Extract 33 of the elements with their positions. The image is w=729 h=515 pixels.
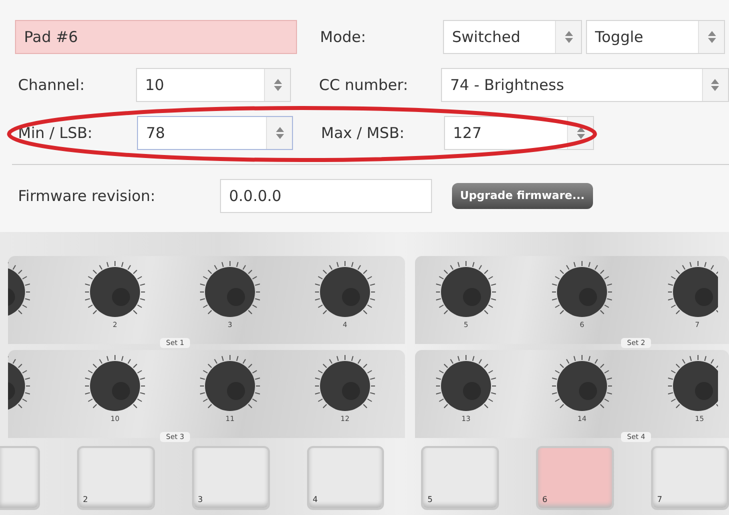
firmware-revision-field[interactable]: 0.0.0.0 xyxy=(220,179,432,213)
drum-pad[interactable]: 4 xyxy=(306,446,384,510)
drum-pad[interactable]: 2 xyxy=(76,446,155,510)
up-down-arrows-icon xyxy=(276,127,284,139)
pad-number: 6 xyxy=(542,494,548,506)
mode-select[interactable]: Toggle xyxy=(586,20,725,54)
up-down-arrows-icon xyxy=(564,31,572,43)
drum-pad[interactable] xyxy=(0,446,40,510)
field-label: CC number: xyxy=(319,74,410,96)
min-lsb-spinner[interactable]: 78 xyxy=(137,116,293,150)
drum-pad[interactable]: 3 xyxy=(192,446,270,510)
field-label: Channel: xyxy=(18,74,86,96)
field-label: Mode: xyxy=(320,26,367,48)
drum-pad[interactable]: 7 xyxy=(651,446,729,510)
field-label: Firmware revision: xyxy=(18,186,156,207)
mode-select[interactable]: Switched xyxy=(443,20,582,54)
up-down-arrows-icon xyxy=(711,79,720,91)
pad-name-field[interactable]: Pad #6 xyxy=(15,20,297,54)
pad-number: 5 xyxy=(427,494,433,506)
cc-number-select[interactable]: 74 - Brightness xyxy=(441,68,729,102)
field-label: Min / LSB: xyxy=(18,122,94,144)
up-down-arrows-icon xyxy=(576,127,584,139)
pad-number: 7 xyxy=(657,494,662,506)
up-down-arrows-icon xyxy=(708,31,716,43)
upgrade-firmware-button[interactable]: Upgrade firmware... xyxy=(452,182,593,210)
drum-pad[interactable]: 6 xyxy=(536,446,614,510)
drum-pad[interactable]: 5 xyxy=(421,446,500,510)
pad-number: 3 xyxy=(198,494,203,506)
field-label: Max / MSB: xyxy=(321,122,406,144)
up-down-arrows-icon xyxy=(274,79,282,91)
channel-spinner[interactable]: 10 xyxy=(136,68,291,102)
pad-number: 2 xyxy=(82,494,88,506)
pad-number: 4 xyxy=(312,494,318,506)
